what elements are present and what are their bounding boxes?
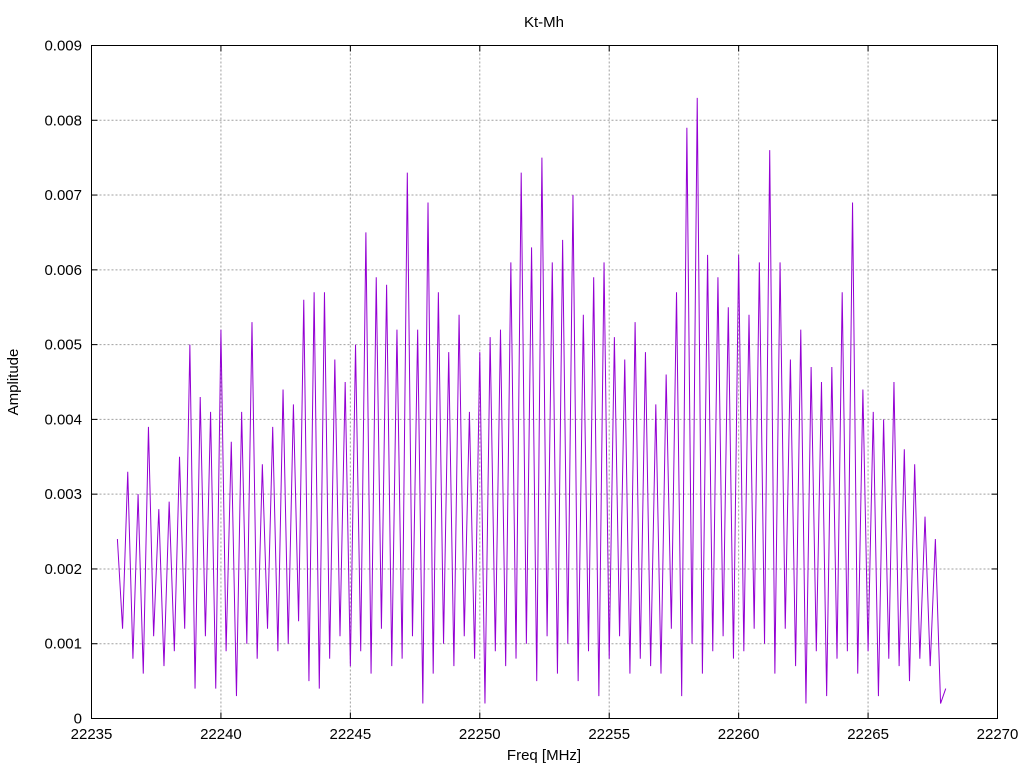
chart-title: Kt-Mh xyxy=(524,14,564,31)
x-tick-label: 22245 xyxy=(329,726,371,743)
x-tick-label: 22255 xyxy=(588,726,630,743)
y-tick-label: 0.005 xyxy=(44,337,82,354)
y-tick-label: 0.002 xyxy=(44,561,82,578)
series-line-kt-mh xyxy=(116,97,947,704)
x-tick-label: 22270 xyxy=(977,726,1019,743)
x-tick-label: 22250 xyxy=(459,726,501,743)
y-tick-label: 0.001 xyxy=(44,636,82,653)
x-tick-label: 22240 xyxy=(200,726,242,743)
y-tick-label: 0.008 xyxy=(44,112,82,129)
y-tick-label: 0.003 xyxy=(44,486,82,503)
y-tick-label: 0.004 xyxy=(44,411,82,428)
x-tick-label: 22265 xyxy=(847,726,889,743)
y-tick-label: 0 xyxy=(74,711,82,728)
y-tick-label: 0.009 xyxy=(44,38,82,55)
x-tick-label: 22260 xyxy=(718,726,760,743)
y-axis-label: Amplitude xyxy=(5,349,22,416)
chart: 22235 22240 22245 22250 22255 22260 22265 22270… xyxy=(5,14,1019,764)
x-axis-label: Freq [MHz] xyxy=(507,747,581,764)
y-tick-label: 0.006 xyxy=(44,262,82,279)
x-tick-label: 22235 xyxy=(71,726,113,743)
y-tick-label: 0.007 xyxy=(44,187,82,204)
